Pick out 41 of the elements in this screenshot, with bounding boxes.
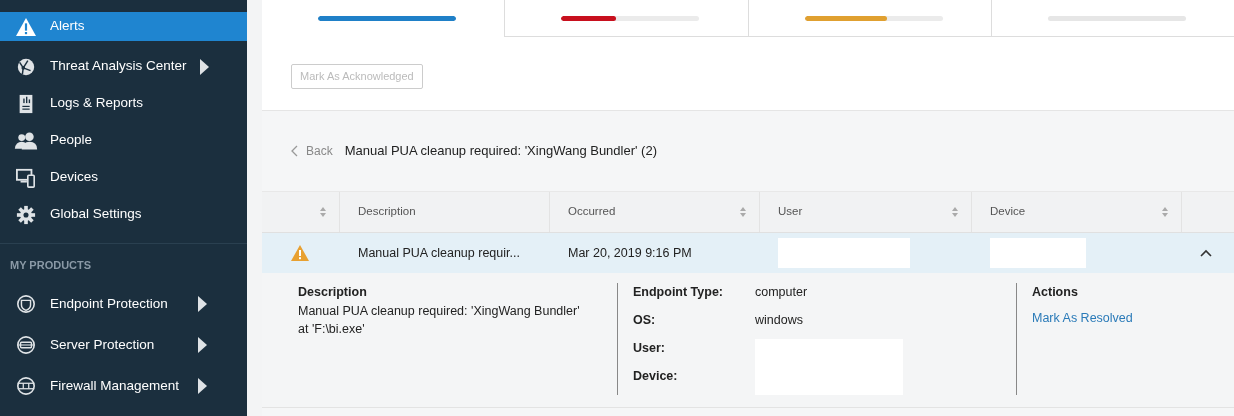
detail-text: Manual PUA cleanup required: 'XingWang Bundler' at 'F:\bi.exe' bbox=[298, 302, 581, 338]
shield-icon bbox=[14, 294, 38, 314]
detail-heading: Actions bbox=[1032, 284, 1079, 301]
sort-icon[interactable] bbox=[1161, 206, 1169, 218]
sidebar-item[interactable]: Server Protection bbox=[0, 324, 247, 366]
column-header[interactable]: Occurred bbox=[568, 203, 616, 221]
sidebar-item[interactable]: Global Settings bbox=[0, 196, 247, 233]
resolve-link[interactable]: Mark As Resolved bbox=[1032, 311, 1133, 326]
chevron-up-icon[interactable] bbox=[1200, 249, 1212, 257]
field-label: User: bbox=[633, 340, 666, 357]
alert-tab[interactable] bbox=[504, 0, 748, 37]
detail-heading: Description bbox=[298, 284, 368, 301]
sidebar-item[interactable]: Threat Analysis Center bbox=[0, 48, 247, 85]
table-cell-text: Mar 20, 2019 9:16 PM bbox=[567, 244, 693, 262]
warning-icon bbox=[14, 16, 38, 37]
sort-icon[interactable] bbox=[739, 206, 747, 218]
settings-icon bbox=[14, 204, 38, 225]
column-header[interactable]: Description bbox=[358, 203, 416, 221]
table-cell-text: Manual PUA cleanup requir... bbox=[357, 244, 521, 262]
column-header[interactable]: Device bbox=[990, 203, 1026, 221]
sidebar-item[interactable]: Alerts bbox=[0, 12, 247, 41]
sidebar-item[interactable]: Devices bbox=[0, 159, 247, 196]
field-value: computer bbox=[755, 284, 808, 301]
warning-icon bbox=[290, 244, 310, 263]
people-icon bbox=[14, 130, 38, 151]
field-label: Device: bbox=[633, 368, 679, 385]
field-label: Endpoint Type: bbox=[633, 284, 725, 301]
sidebar-item[interactable]: Logs & Reports bbox=[0, 85, 247, 122]
section-label: MY PRODUCTS bbox=[9, 258, 93, 273]
sidebar-item[interactable]: Endpoint Protection bbox=[0, 283, 247, 325]
table-row[interactable]: Manual PUA cleanup requir... Mar 20, 2019 9:16 PM bbox=[262, 233, 1234, 273]
devices-icon bbox=[14, 167, 38, 188]
column-header[interactable]: User bbox=[778, 203, 803, 221]
sort-icon[interactable] bbox=[319, 206, 327, 218]
sidebar-item[interactable]: Firewall Management bbox=[0, 365, 247, 407]
chevron-left-icon bbox=[291, 145, 298, 157]
sort-icon[interactable] bbox=[951, 206, 959, 218]
field-label: OS: bbox=[633, 312, 657, 329]
sidebar-item[interactable]: People bbox=[0, 122, 247, 159]
field-value: windows bbox=[755, 312, 803, 329]
page-title: Manual PUA cleanup required: 'XingWang Bundler' (2) bbox=[344, 142, 657, 161]
